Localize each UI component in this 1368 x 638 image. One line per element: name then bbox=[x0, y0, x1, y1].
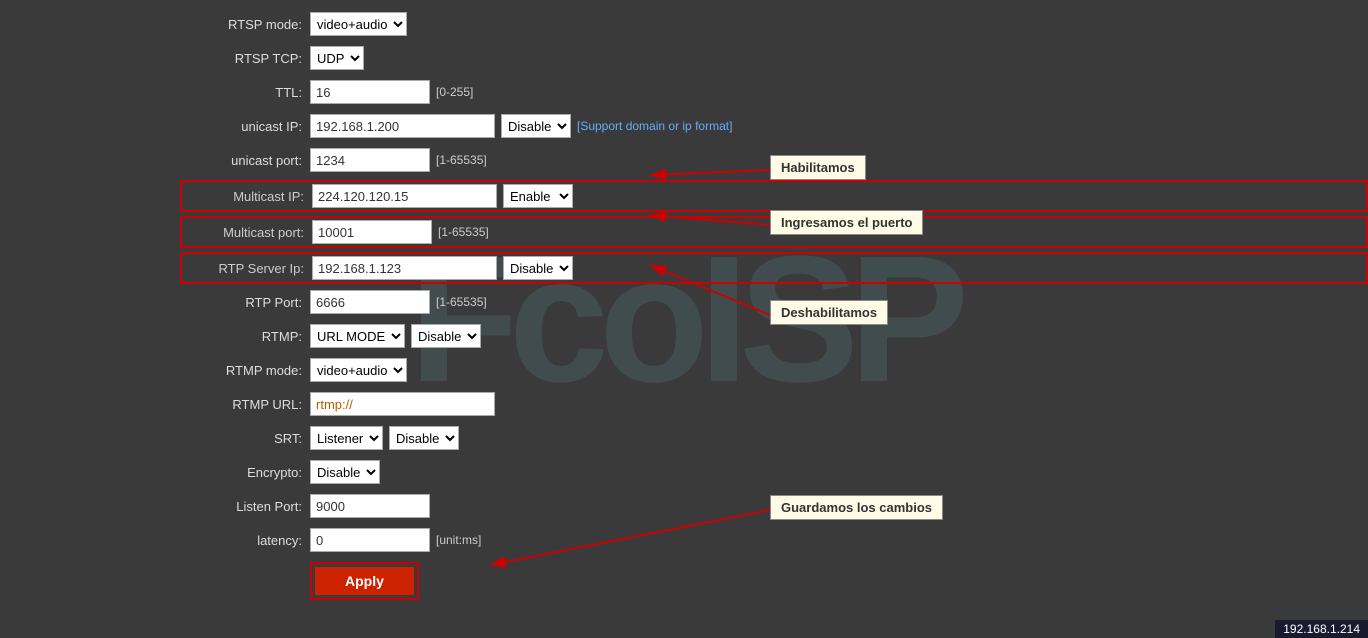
rtsp-tcp-label: RTSP TCP: bbox=[180, 51, 310, 66]
rtmp-select1[interactable]: URL MODE bbox=[310, 324, 405, 348]
srt-select2[interactable]: Disable Enable bbox=[389, 426, 459, 450]
latency-row: latency: 0 [unit:ms] bbox=[180, 526, 1368, 554]
rtp-server-ip-control: 192.168.1.123 Disable Enable bbox=[312, 256, 573, 280]
ttl-hint: [0-255] bbox=[436, 85, 473, 99]
latency-hint: [unit:ms] bbox=[436, 533, 481, 547]
multicast-port-hint: [1-65535] bbox=[438, 225, 489, 239]
form-container: RTSP mode: video+audio RTSP TCP: UDP TTL… bbox=[0, 0, 1368, 600]
multicast-ip-input[interactable]: 224.120.120.15 bbox=[312, 184, 497, 208]
multicast-ip-control: 224.120.120.15 Enable Disable bbox=[312, 184, 573, 208]
rtp-port-label: RTP Port: bbox=[180, 295, 310, 310]
unicast-port-label: unicast port: bbox=[180, 153, 310, 168]
encrypto-control: Disable Enable bbox=[310, 460, 380, 484]
apply-btn-wrapper: Apply bbox=[310, 562, 419, 600]
rtp-port-hint: [1-65535] bbox=[436, 295, 487, 309]
status-ip: 192.168.1.214 bbox=[1283, 622, 1360, 636]
apply-button[interactable]: Apply bbox=[315, 567, 414, 595]
rtsp-tcp-row: RTSP TCP: UDP bbox=[180, 44, 1368, 72]
rtp-port-input[interactable]: 6666 bbox=[310, 290, 430, 314]
rtmp-mode-control: video+audio bbox=[310, 358, 407, 382]
unicast-port-control: 1234 [1-65535] bbox=[310, 148, 487, 172]
rtmp-control: URL MODE Disable Enable bbox=[310, 324, 481, 348]
rtp-server-ip-row: RTP Server Ip: 192.168.1.123 Disable Ena… bbox=[180, 252, 1368, 284]
ttl-label: TTL: bbox=[180, 85, 310, 100]
rtmp-mode-select[interactable]: video+audio bbox=[310, 358, 407, 382]
ttl-row: TTL: 16 [0-255] bbox=[180, 78, 1368, 106]
apply-row: Apply bbox=[180, 560, 1368, 600]
rtp-server-select[interactable]: Disable Enable bbox=[503, 256, 573, 280]
callout-ingresamos: Ingresamos el puerto bbox=[770, 210, 923, 235]
unicast-ip-hint: [Support domain or ip format] bbox=[577, 119, 732, 133]
rtmp-mode-label: RTMP mode: bbox=[180, 363, 310, 378]
unicast-ip-control: 192.168.1.200 Disable Enable [Support do… bbox=[310, 114, 732, 138]
rtp-server-ip-label: RTP Server Ip: bbox=[182, 261, 312, 276]
multicast-ip-row: Multicast IP: 224.120.120.15 Enable Disa… bbox=[180, 180, 1368, 212]
rtp-server-ip-input[interactable]: 192.168.1.123 bbox=[312, 256, 497, 280]
listen-port-input[interactable]: 9000 bbox=[310, 494, 430, 518]
ttl-input[interactable]: 16 bbox=[310, 80, 430, 104]
multicast-port-label: Multicast port: bbox=[182, 225, 312, 240]
rtmp-select2[interactable]: Disable Enable bbox=[411, 324, 481, 348]
encrypto-select[interactable]: Disable Enable bbox=[310, 460, 380, 484]
srt-label: SRT: bbox=[180, 431, 310, 446]
rtp-port-control: 6666 [1-65535] bbox=[310, 290, 487, 314]
srt-control: Listener Disable Enable bbox=[310, 426, 459, 450]
rtmp-url-label: RTMP URL: bbox=[180, 397, 310, 412]
multicast-port-input[interactable]: 10001 bbox=[312, 220, 432, 244]
rtmp-url-row: RTMP URL: rtmp:// bbox=[180, 390, 1368, 418]
latency-label: latency: bbox=[180, 533, 310, 548]
unicast-port-hint: [1-65535] bbox=[436, 153, 487, 167]
latency-control: 0 [unit:ms] bbox=[310, 528, 481, 552]
latency-input[interactable]: 0 bbox=[310, 528, 430, 552]
rtmp-url-input[interactable]: rtmp:// bbox=[310, 392, 495, 416]
rtmp-label: RTMP: bbox=[180, 329, 310, 344]
srt-select1[interactable]: Listener bbox=[310, 426, 383, 450]
callout-habilitamos: Habilitamos bbox=[770, 155, 866, 180]
unicast-ip-label: unicast IP: bbox=[180, 119, 310, 134]
rtsp-mode-label: RTSP mode: bbox=[180, 17, 310, 32]
ttl-control: 16 [0-255] bbox=[310, 80, 473, 104]
status-bar: 192.168.1.214 bbox=[1275, 620, 1368, 638]
multicast-ip-select[interactable]: Enable Disable bbox=[503, 184, 573, 208]
rtsp-mode-control: video+audio bbox=[310, 12, 407, 36]
rtsp-tcp-control: UDP bbox=[310, 46, 364, 70]
unicast-ip-input[interactable]: 192.168.1.200 bbox=[310, 114, 495, 138]
listen-port-label: Listen Port: bbox=[180, 499, 310, 514]
unicast-ip-select[interactable]: Disable Enable bbox=[501, 114, 571, 138]
rtmp-mode-row: RTMP mode: video+audio bbox=[180, 356, 1368, 384]
multicast-port-control: 10001 [1-65535] bbox=[312, 220, 489, 244]
multicast-ip-label: Multicast IP: bbox=[182, 189, 312, 204]
rtmp-url-control: rtmp:// bbox=[310, 392, 495, 416]
encrypto-row: Encrypto: Disable Enable bbox=[180, 458, 1368, 486]
callout-guardamos: Guardamos los cambios bbox=[770, 495, 943, 520]
rtsp-tcp-select[interactable]: UDP bbox=[310, 46, 364, 70]
encrypto-label: Encrypto: bbox=[180, 465, 310, 480]
unicast-port-input[interactable]: 1234 bbox=[310, 148, 430, 172]
srt-row: SRT: Listener Disable Enable bbox=[180, 424, 1368, 452]
rtsp-mode-row: RTSP mode: video+audio bbox=[180, 10, 1368, 38]
listen-port-control: 9000 bbox=[310, 494, 430, 518]
rtsp-mode-select[interactable]: video+audio bbox=[310, 12, 407, 36]
rtmp-row: RTMP: URL MODE Disable Enable bbox=[180, 322, 1368, 350]
unicast-ip-row: unicast IP: 192.168.1.200 Disable Enable… bbox=[180, 112, 1368, 140]
callout-deshabilitamos: Deshabilitamos bbox=[770, 300, 888, 325]
